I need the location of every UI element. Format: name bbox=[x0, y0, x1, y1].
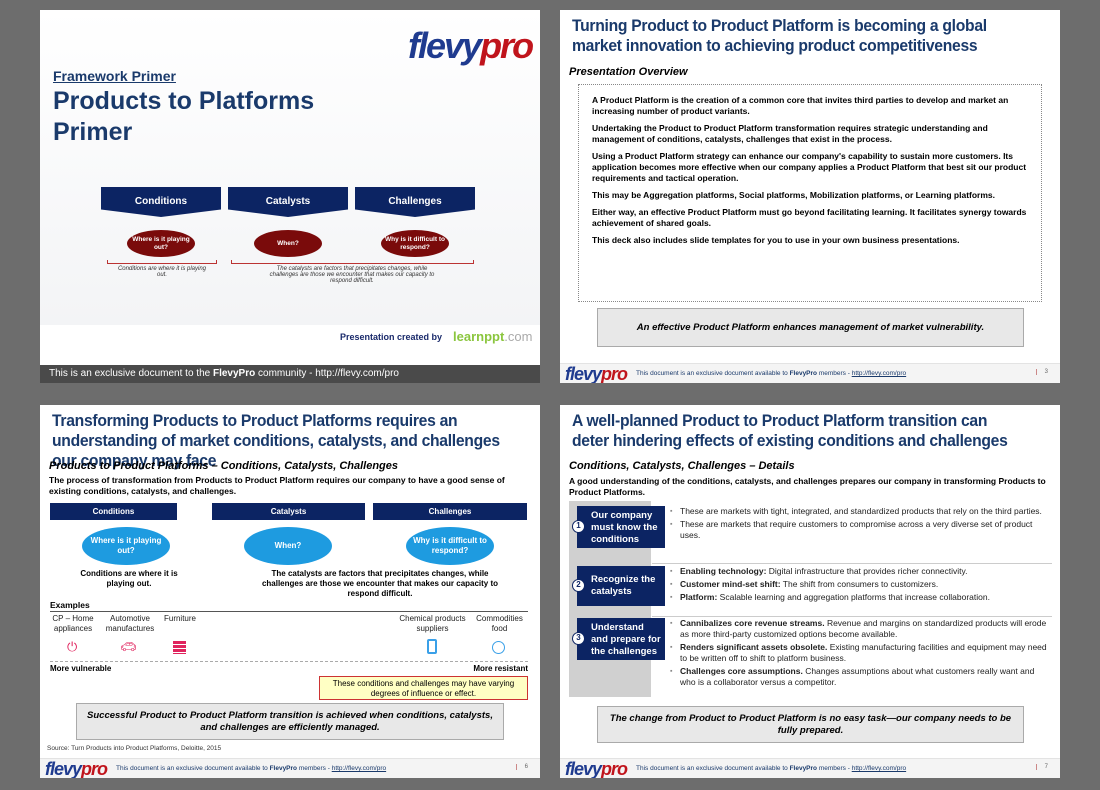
flevypro-logo: flevypro bbox=[45, 759, 108, 778]
bullet: Cannibalizes core revenue streams.Platfo… bbox=[668, 592, 1052, 603]
community-footer: This is an exclusive document to the Fle… bbox=[40, 365, 540, 383]
car-icon: 🚗︎ bbox=[120, 639, 137, 654]
slide-1-thumbnail[interactable]: flevypro Framework Primer Products to Pl… bbox=[40, 10, 540, 383]
page-number: 6 bbox=[515, 764, 528, 770]
question-oval: Where is it playing out? bbox=[127, 230, 195, 257]
source-note: Source: Turn Products into Product Platf… bbox=[47, 745, 222, 752]
slide-6-thumbnail[interactable]: Transforming Products to Product Platfor… bbox=[40, 405, 540, 778]
row-bullets: These are markets with tight, integrated… bbox=[668, 506, 1052, 543]
divider bbox=[652, 616, 1052, 617]
row-label-catalysts: 2 Recognize the catalysts bbox=[572, 566, 665, 606]
bullet: These are markets that require customers… bbox=[668, 519, 1052, 541]
bullet: Renders significant assets obsolete. Exi… bbox=[668, 642, 1052, 664]
divider bbox=[652, 563, 1052, 564]
intro-text: A good understanding of the conditions, … bbox=[569, 476, 1046, 497]
page-number: 7 bbox=[1035, 764, 1048, 770]
summary-box: Successful Product to Product Platform t… bbox=[76, 703, 504, 740]
note: The catalysts are factors that precipita… bbox=[261, 569, 499, 598]
footer-text: This document is an exclusive document a… bbox=[636, 765, 907, 772]
header-catalysts: Catalysts bbox=[212, 503, 365, 520]
intro-text: The process of transformation from Produ… bbox=[49, 475, 505, 496]
page-number: 3 bbox=[1035, 369, 1048, 375]
overview-box: A Product Platform is the creation of a … bbox=[578, 84, 1042, 302]
flevy-link[interactable]: http://flevy.com/pro bbox=[332, 765, 386, 772]
example-label: Furniture bbox=[163, 614, 196, 623]
paragraph: Undertaking the Product to Product Platf… bbox=[592, 123, 988, 144]
header-challenges: Challenges bbox=[373, 503, 527, 520]
more-resistant: More resistant bbox=[473, 664, 528, 673]
chemical-icon bbox=[427, 639, 437, 654]
paragraph: This may be Aggregation platforms, Socia… bbox=[592, 190, 996, 200]
summary-box: The change from Product to Product Platf… bbox=[597, 706, 1024, 743]
callout-box: These conditions and challenges may have… bbox=[319, 676, 528, 700]
row-bullets: Enabling technology: Digital infrastruct… bbox=[668, 566, 1052, 605]
slide-footer: flevypro This document is an exclusive d… bbox=[40, 758, 540, 778]
divider bbox=[50, 611, 528, 612]
row-bullets: Cannibalizes core revenue streams. Reven… bbox=[668, 618, 1052, 690]
examples-label: Examples bbox=[50, 600, 90, 610]
row-label-challenges: 3 Understand and prepare for the challeng… bbox=[572, 618, 665, 660]
paragraph: Using a Product Platform strategy can en… bbox=[592, 151, 1027, 183]
slide-subtitle: Presentation Overview bbox=[569, 66, 688, 78]
plug-icon: ⏻ bbox=[67, 639, 78, 654]
footer-text: This document is an exclusive document a… bbox=[116, 765, 387, 772]
row-label-conditions: 1 Our company must know the conditions bbox=[572, 506, 665, 548]
slide-footer: flevypro This document is an exclusive d… bbox=[560, 363, 1060, 383]
flevypro-logo: flevypro bbox=[565, 364, 628, 383]
example-label: Automotive manufactures bbox=[105, 614, 155, 633]
slide-title: A well-planned Product to Product Platfo… bbox=[572, 412, 1008, 450]
kicker: Framework Primer bbox=[53, 68, 176, 84]
drawer-icon bbox=[173, 641, 186, 654]
bullet: These are markets with tight, integrated… bbox=[668, 506, 1052, 517]
summary-box: An effective Product Platform enhances m… bbox=[597, 308, 1024, 347]
slide-footer: flevypro This document is an exclusive d… bbox=[560, 758, 1060, 778]
bullet: Customer mind-set shift: The shift from … bbox=[668, 579, 1052, 590]
example-label: CP – Home appliances bbox=[52, 614, 94, 633]
question-oval: Where is it playing out? bbox=[82, 527, 170, 565]
learnppt-logo: learnppt.com bbox=[453, 329, 533, 344]
question-oval: Why is it difficult to respond? bbox=[406, 527, 494, 565]
example-label: Chemical products suppliers bbox=[399, 614, 466, 633]
footer-text: This document is an exclusive document a… bbox=[636, 370, 907, 377]
bullet: Cannibalizes core revenue streams. Reven… bbox=[668, 618, 1052, 640]
slide-subtitle: Products to Product Platforms – Conditio… bbox=[49, 460, 399, 472]
slide-3-thumbnail[interactable]: Turning Product to Product Platform is b… bbox=[560, 10, 1060, 383]
example-label: Commodities food bbox=[476, 614, 523, 633]
flevy-link[interactable]: http://flevy.com/pro bbox=[852, 370, 906, 377]
slide-subtitle: Conditions, Catalysts, Challenges – Deta… bbox=[569, 460, 795, 472]
flevypro-logo: flevypro bbox=[408, 25, 534, 66]
header-conditions: Conditions bbox=[50, 503, 177, 520]
created-by: Presentation created by bbox=[340, 332, 443, 342]
paragraph: Either way, an effective Product Platfor… bbox=[592, 207, 1027, 228]
apple-icon bbox=[492, 641, 505, 654]
note: Conditions are where it is playing out. bbox=[117, 266, 207, 278]
flevy-link[interactable]: http://flevy.com/pro bbox=[852, 765, 906, 772]
paragraph: This deck also includes slide templates … bbox=[592, 235, 960, 245]
question-oval: When? bbox=[244, 527, 332, 565]
question-oval: When? bbox=[254, 230, 322, 257]
slide-title: Products to Platforms Primer bbox=[53, 87, 315, 146]
note: Conditions are where it is playing out. bbox=[80, 569, 178, 588]
more-vulnerable: More vulnerable bbox=[50, 664, 112, 673]
slide-7-thumbnail[interactable]: A well-planned Product to Product Platfo… bbox=[560, 405, 1060, 778]
flevypro-logo: flevypro bbox=[565, 759, 628, 778]
bullet: Challenges core assumptions. Changes ass… bbox=[668, 666, 1052, 688]
bullet: Enabling technology: Digital infrastruct… bbox=[668, 566, 1052, 577]
paragraph: A Product Platform is the creation of a … bbox=[592, 95, 1009, 116]
scale-arrow bbox=[50, 661, 528, 662]
slide-title: Turning Product to Product Platform is b… bbox=[572, 17, 987, 55]
bracket bbox=[231, 260, 474, 264]
note: The catalysts are factors that precipita… bbox=[269, 266, 435, 284]
bracket bbox=[107, 260, 217, 264]
question-oval: Why is it difficult to respond? bbox=[381, 230, 449, 257]
